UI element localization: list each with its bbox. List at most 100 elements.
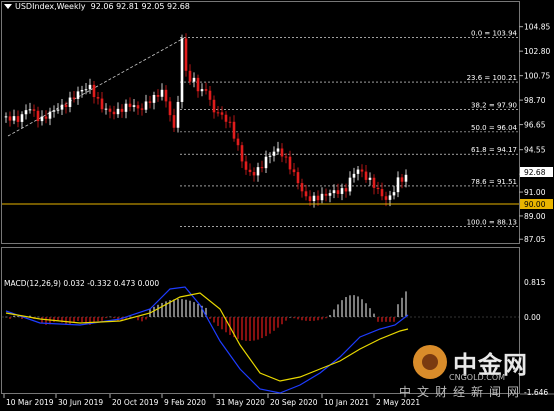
hline-price-label: 90.00 [524,200,546,209]
fibonacci-trend-line [7,37,185,137]
logo-icon [413,345,447,379]
candle-body [272,151,276,156]
candle-body [140,108,144,110]
macd-histogram-bar [357,296,359,317]
macd-histogram-bar [293,317,295,319]
candle-body [316,195,320,201]
candle-body [324,193,328,196]
macd-histogram-bar [401,297,403,317]
macd-histogram-bar [17,316,19,317]
candle-body [244,161,248,170]
macd-histogram-bar [153,306,155,317]
candle-body [368,177,372,180]
candle-body [352,173,356,178]
candle-body [108,108,112,112]
macd-histogram-bar [269,317,271,334]
candle-body [56,109,60,111]
macd-histogram-bar [265,317,267,337]
candle-body [264,156,268,169]
macd-histogram-bar [329,315,331,317]
price-tick-label: 91.00 [524,188,546,197]
candle-body [172,115,176,128]
macd-histogram-bar [341,300,343,317]
candle-body [156,94,160,97]
candle-body [192,77,196,82]
time-axis: 10 Mar 2019 30 Jun 2019 20 Oct 2019 9 Feb 2… [3,394,420,407]
candle-body [8,116,12,121]
candle-body [288,156,292,170]
candle-body [80,89,84,92]
candle-body [296,172,300,184]
candle-body [360,169,364,172]
candle-body [320,193,324,201]
candle-body [52,110,56,112]
candle-body [136,105,140,109]
candle-body [400,177,404,182]
macd-histogram-bar [261,317,263,339]
macd-histogram-bar [369,308,371,317]
candle-body [184,38,188,71]
candle-body [92,84,96,98]
candle-body [148,101,152,103]
macd-histogram-bar [349,295,351,317]
macd-histogram-bar [105,317,107,319]
candle-body [276,148,280,152]
candle-body [176,101,180,128]
candle-body [4,116,8,118]
macd-histogram-bar [209,317,211,319]
macd-histogram-bar [81,317,83,322]
candle-body [396,177,400,193]
candle-body [388,195,392,200]
macd-histogram-bar [217,317,219,326]
macd-histogram-bar [141,317,143,322]
candle-body [348,177,352,192]
watermark-logo: 中金网 CNGOLD.COM 中文财经新闻网 [399,345,551,399]
candle-body [164,89,168,102]
candle-body [356,169,360,174]
candle-body [100,98,104,110]
macd-histogram-bar [385,317,387,322]
price-tick-label: 98.70 [524,96,546,105]
macd-histogram-bar [213,317,215,323]
candle-body [308,196,312,202]
candle-body [76,91,80,99]
macd-histogram-bar [145,317,147,320]
candle-body [20,114,24,122]
macd-tick-label: 0.00 [524,313,541,322]
candle-body [304,191,308,197]
macd-histogram-bar [129,316,131,318]
time-tick-label: 10 Jan 2021 [324,398,369,407]
macd-header: MACD(12,26,9) 0.032 -0.332 0.473 0.000 [4,279,160,288]
current-price-label: 92.68 [524,168,546,177]
time-tick-label: 30 Jun 2019 [58,398,103,407]
time-tick-label: 9 Feb 2020 [164,398,206,407]
macd-histogram-bar [173,299,175,317]
candle-body [328,193,332,196]
macd-histogram-bar [185,299,187,317]
macd-histogram-bar [405,291,407,317]
candle-body [384,196,388,200]
macd-histogram-bar [321,317,323,320]
price-tick-label: 104.85 [524,23,550,32]
logo-tagline: 中文财经新闻网 [399,385,526,399]
candle-body [300,183,304,192]
candle-body [220,112,224,115]
candle-body [124,103,128,112]
dropdown-triangle-icon[interactable] [4,4,12,9]
candle-body [364,171,368,180]
macd-histogram-bar [289,317,291,318]
macd-histogram-bar [253,317,255,341]
candle-body [168,101,172,116]
candle-body [24,110,28,115]
candle-body [332,190,336,194]
macd-histogram-bar [37,316,39,318]
fib-label: 23.6 = 100.21 [467,74,517,82]
candle-body [180,38,184,102]
candle-body [88,84,92,90]
candle-body [204,89,208,91]
macd-histogram-bar [197,303,199,317]
macd-histogram-bar [309,317,311,321]
candlesticks [4,33,408,208]
candle-body [340,188,344,194]
macd-histogram-bar [297,317,299,320]
